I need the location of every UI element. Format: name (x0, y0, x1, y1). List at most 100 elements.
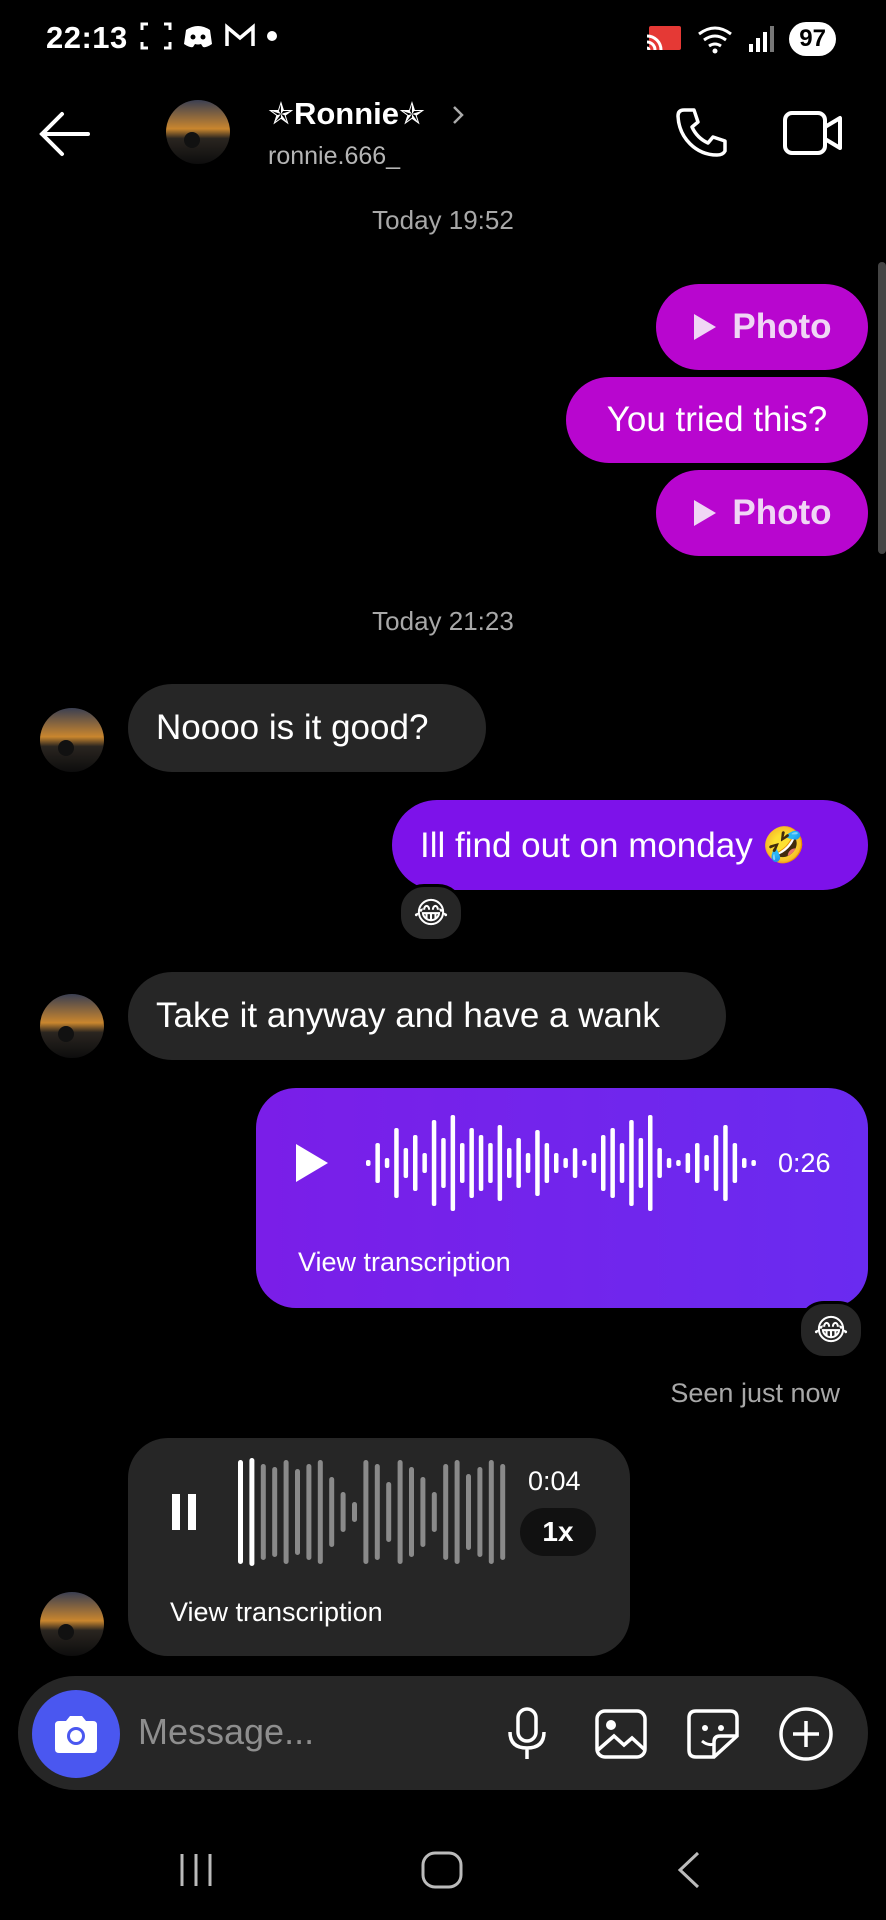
view-transcription-sent[interactable]: View transcription (298, 1247, 511, 1278)
waveform-bar (601, 1135, 606, 1191)
waveform-bar (366, 1160, 371, 1166)
back-arrow-icon[interactable] (36, 110, 92, 158)
voice-duration-sent: 0:26 (778, 1148, 831, 1178)
waveform-bar (394, 1128, 399, 1198)
waveform-bar (431, 1120, 437, 1206)
waveform-bar (478, 1135, 484, 1191)
waveform-bar (648, 1115, 653, 1211)
cast-icon (647, 26, 682, 51)
waveform-bar (629, 1120, 634, 1206)
waveform-bar (563, 1158, 568, 1168)
photo-message-1[interactable]: Photo (656, 284, 868, 370)
battery-badge: 97 (789, 22, 836, 56)
add-icon[interactable] (778, 1706, 834, 1762)
recent-apps-icon[interactable] (176, 1852, 216, 1888)
seen-status: Seen just now (670, 1378, 840, 1408)
photo-label: Photo (732, 307, 832, 346)
waveform-bar (403, 1148, 409, 1178)
message-noooo[interactable]: Noooo is it good? (128, 684, 486, 772)
message-you-tried-this[interactable]: You tried this? (566, 377, 868, 463)
waveform-bar (695, 1143, 700, 1183)
waveform-bar (460, 1143, 465, 1183)
waveform-bar (582, 1160, 587, 1166)
waveform-bar (638, 1138, 644, 1188)
status-time: 22:13 (46, 20, 128, 55)
chevron-right-icon[interactable] (450, 104, 466, 126)
contact-mini-avatar[interactable] (40, 1592, 104, 1656)
pause-icon[interactable] (170, 1492, 198, 1532)
playback-speed-button[interactable]: 1x (520, 1508, 596, 1556)
view-transcription-received[interactable]: View transcription (170, 1597, 383, 1628)
waveform-received[interactable] (236, 1456, 516, 1568)
scrollbar[interactable] (878, 262, 886, 554)
waveform-bar (742, 1158, 747, 1168)
message-take-it-anyway[interactable]: Take it anyway and have a wank (128, 972, 726, 1060)
waveform-bar (497, 1125, 503, 1201)
gmail-icon (225, 23, 255, 46)
video-call-icon[interactable] (782, 108, 844, 158)
waveform-bar (676, 1160, 681, 1166)
waveform-bar (238, 1460, 243, 1564)
contact-mini-avatar[interactable] (40, 994, 104, 1058)
waveform-bar (295, 1469, 300, 1555)
waveform-bar (283, 1460, 289, 1564)
waveform-bar (317, 1460, 323, 1564)
sticker-icon[interactable] (686, 1708, 740, 1760)
waveform-bar (450, 1115, 456, 1211)
waveform-bar (723, 1125, 728, 1201)
status-notification-icons (140, 22, 278, 50)
contact-name[interactable]: ✯Ronnie✯ (268, 96, 425, 132)
waveform-bar (466, 1474, 471, 1550)
back-nav-icon[interactable] (672, 1850, 704, 1890)
home-icon[interactable] (420, 1850, 464, 1890)
waveform-bar (260, 1464, 266, 1560)
waveform-bar (477, 1467, 483, 1557)
waveform-bar (554, 1153, 559, 1173)
waveform-bar (666, 1158, 672, 1168)
waveform-bar (397, 1460, 403, 1564)
status-right-icons: 97 (645, 22, 836, 56)
screenshot-icon (140, 22, 172, 50)
waveform-bar (544, 1143, 550, 1183)
contact-avatar[interactable] (166, 100, 230, 164)
waveform-bar (272, 1467, 278, 1557)
timestamp-1: Today 19:52 (372, 205, 514, 235)
message-monday[interactable]: Ill find out on monday 🤣 (392, 800, 868, 890)
play-icon (694, 500, 717, 526)
waveform-bar (329, 1477, 335, 1547)
waveform-bar (535, 1130, 540, 1196)
camera-button[interactable] (32, 1690, 120, 1778)
waveform-bar (454, 1460, 460, 1564)
signal-icon (749, 26, 775, 52)
waveform-bar (732, 1143, 738, 1183)
waveform-bar (751, 1160, 756, 1166)
wifi-icon (698, 26, 733, 54)
waveform-bar (384, 1158, 390, 1168)
waveform-bar (704, 1155, 709, 1171)
phone-call-icon[interactable] (674, 104, 730, 160)
waveform-bar (488, 1460, 494, 1564)
gallery-icon[interactable] (594, 1708, 648, 1760)
waveform-sent[interactable] (366, 1108, 766, 1218)
waveform-bar (657, 1148, 662, 1178)
waveform-bar (591, 1153, 597, 1173)
contact-mini-avatar[interactable] (40, 708, 104, 772)
waveform-bar (713, 1135, 719, 1191)
waveform-bar (488, 1143, 493, 1183)
camera-icon (55, 1716, 97, 1753)
play-icon[interactable] (294, 1142, 330, 1184)
waveform-bar (352, 1502, 357, 1522)
waveform-bar (340, 1492, 346, 1532)
photo-message-2[interactable]: Photo (656, 470, 868, 556)
waveform-bar (249, 1458, 255, 1566)
waveform-bar (422, 1153, 427, 1173)
voice-duration-received: 0:04 (528, 1466, 581, 1496)
reaction-laughing[interactable]: 😂 (398, 884, 464, 942)
waveform-bar (685, 1153, 691, 1173)
waveform-bar (516, 1138, 521, 1188)
waveform-bar (431, 1492, 437, 1532)
timestamp-2: Today 21:23 (372, 606, 514, 636)
message-input[interactable]: Message... (138, 1711, 314, 1753)
microphone-icon[interactable] (506, 1706, 548, 1762)
reaction-laughing[interactable]: 😂 (798, 1301, 864, 1359)
